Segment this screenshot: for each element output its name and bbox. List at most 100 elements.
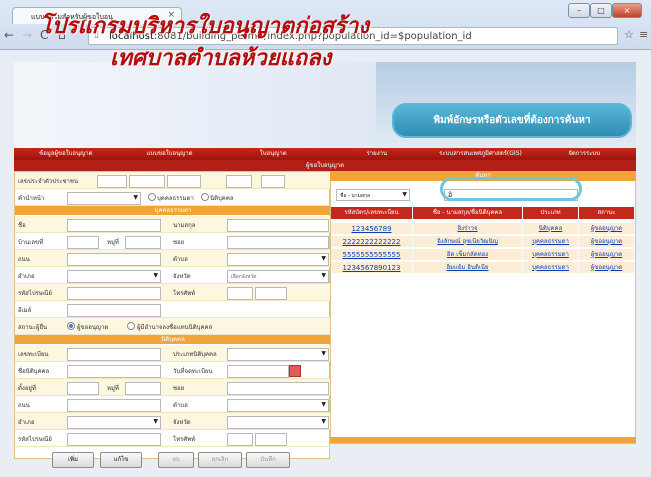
province-select[interactable]: เลือกจังหวัด ▼ xyxy=(227,270,329,283)
save-button[interactable]: บันทึก xyxy=(246,452,290,468)
row-name[interactable]: อิ่มแย้ม อินดิเนีย xyxy=(446,264,488,271)
location-label: ตั้งอยู่ที่ xyxy=(18,385,36,392)
house-no-label: บ้านเลขที่ xyxy=(18,239,44,246)
row-id[interactable]: 123456789 xyxy=(351,225,391,233)
name-field[interactable] xyxy=(67,219,161,232)
menu-item-admin[interactable]: จัดการระบบ xyxy=(532,148,636,160)
j-amphoe-label: อำเภอ xyxy=(18,419,35,426)
email-field[interactable] xyxy=(67,304,161,317)
id-field-4[interactable] xyxy=(226,175,252,188)
id-label: เลขประจำตัวประชาชน xyxy=(18,178,79,185)
reg-date-label: วันที่จดทะเบียน xyxy=(173,368,213,375)
house-no-field[interactable] xyxy=(67,236,99,249)
j-tambon-select[interactable]: ▼ xyxy=(227,399,329,412)
menu-item-report[interactable]: รายงาน xyxy=(325,148,429,160)
phone-field-1[interactable] xyxy=(227,287,253,300)
reg-no-field[interactable] xyxy=(67,348,161,361)
zip-field[interactable] xyxy=(67,287,161,300)
menu-item-applicant[interactable]: ข้อมูลผู้ขอใบอนุญาต xyxy=(14,148,118,160)
row-type[interactable]: นิติบุคคล xyxy=(539,225,563,232)
juristic-name-label: ชื่อนิติบุคคล xyxy=(18,368,50,375)
j-phone-field-2[interactable] xyxy=(255,433,287,446)
j-moo-field[interactable] xyxy=(125,382,161,395)
row-status[interactable]: ผู้ขออนุญาต xyxy=(591,264,622,271)
status-label: สถานะผู้ยื่น xyxy=(18,324,48,331)
row-type[interactable]: บุคคลธรรมดา xyxy=(532,251,569,258)
banner-subtitle: เทศบาลตำบลห้วยแถลง xyxy=(110,45,332,71)
callout-bubble: พิมพ์อักษรหรือตัวเลขที่ต้องการค้นหา xyxy=(392,103,632,138)
j-soi-label: ซอย xyxy=(173,385,185,392)
j-soi-field[interactable] xyxy=(227,382,329,395)
j-tambon-label: ตำบล xyxy=(173,402,188,409)
row-id[interactable]: 5555555555555 xyxy=(343,251,401,259)
star-icon[interactable]: ☆ xyxy=(624,28,634,41)
col-id: รหัสบัตร/เลขทะเบียน xyxy=(331,207,413,219)
id-field-2[interactable] xyxy=(129,175,165,188)
zip-label: รหัสไปรษณีย์ xyxy=(18,290,52,297)
j-province-select[interactable]: ▼ xyxy=(227,416,329,429)
radio-applicant[interactable] xyxy=(67,322,75,330)
minimize-icon[interactable]: – xyxy=(568,3,590,18)
col-name: ชื่อ - นามสกุล/ชื่อนิติบุคคล xyxy=(413,207,523,219)
section-title: ผู้ขอใบอนุญาต xyxy=(14,160,636,171)
row-name[interactable]: อิงร่าวจ xyxy=(457,225,477,232)
row-type[interactable]: บุคคลธรรมดา xyxy=(532,238,569,245)
juristic-name-field[interactable] xyxy=(67,365,161,378)
close-window-icon[interactable]: × xyxy=(612,3,642,18)
col-status: สถานะ xyxy=(579,207,635,219)
id-field-3[interactable] xyxy=(167,175,201,188)
row-id[interactable]: 2222222222222 xyxy=(343,238,401,246)
phone-field-2[interactable] xyxy=(255,287,287,300)
row-name[interactable]: อิงลักษณ์ อุชเนียวัฒนิญ xyxy=(437,238,498,245)
surname-field[interactable] xyxy=(227,219,329,232)
menu-icon[interactable]: ≡ xyxy=(639,28,648,41)
province-select-value: เลือกจังหวัด xyxy=(231,274,257,280)
radio-person[interactable] xyxy=(148,193,156,201)
row-id[interactable]: 1234567890123 xyxy=(343,264,401,272)
row-status[interactable]: ผู้ขออนุญาต xyxy=(591,238,622,245)
prefix-label: คำนำหน้า xyxy=(18,195,45,202)
j-phone-label: โทรศัพท์ xyxy=(173,436,196,443)
delete-button[interactable]: ลบ xyxy=(158,452,194,468)
radio-juristic[interactable] xyxy=(201,193,209,201)
maximize-icon[interactable]: □ xyxy=(590,3,612,18)
search-field-select[interactable]: ชื่อ - นามสกุล ▼ xyxy=(336,189,410,201)
back-icon[interactable]: ← xyxy=(4,28,14,42)
name-label: ชื่อ xyxy=(18,222,26,229)
row-status[interactable]: ผู้ขออนุญาต xyxy=(591,251,622,258)
radio-person-label: บุคคลธรรมดา xyxy=(157,195,194,202)
tambon-select[interactable]: ▼ xyxy=(227,253,329,266)
prefix-select[interactable]: ▼ xyxy=(67,192,141,205)
j-phone-field-1[interactable] xyxy=(227,433,253,446)
moo-label: หมู่ที่ xyxy=(107,239,119,246)
soi-field[interactable] xyxy=(227,236,329,249)
menu-item-permit[interactable]: ใบอนุญาต xyxy=(221,148,325,160)
cancel-button[interactable]: ยกเลิก xyxy=(198,452,242,468)
id-field-5[interactable] xyxy=(261,175,285,188)
reg-date-field[interactable] xyxy=(227,365,289,378)
road-field[interactable] xyxy=(67,253,161,266)
juristic-section-header: นิติบุคคล xyxy=(15,335,331,344)
j-zip-field[interactable] xyxy=(67,433,161,446)
calendar-icon[interactable] xyxy=(289,365,301,377)
j-amphoe-select[interactable]: ▼ xyxy=(67,416,161,429)
edit-button[interactable]: แก้ไข xyxy=(100,452,142,468)
menu-item-form[interactable]: แบบขอใบอนุญาต xyxy=(118,148,222,160)
j-road-field[interactable] xyxy=(67,399,161,412)
row-type[interactable]: บุคคลธรรมดา xyxy=(532,264,569,271)
id-field-1[interactable] xyxy=(97,175,127,188)
menu-item-gis[interactable]: ระบบสารสนเทศภูมิศาสตร์(GIS) xyxy=(429,148,533,160)
moo-field[interactable] xyxy=(125,236,161,249)
radio-agent[interactable] xyxy=(127,322,135,330)
row-status[interactable]: ผู้ขออนุญาต xyxy=(591,225,622,232)
location-field[interactable] xyxy=(67,382,99,395)
province-label: จังหวัด xyxy=(173,273,191,280)
search-field-select-value: ชื่อ - นามสกุล xyxy=(340,193,371,199)
juristic-type-select[interactable]: ▼ xyxy=(227,348,329,361)
main-menu: ข้อมูลผู้ขอใบอนุญาต แบบขอใบอนุญาต ใบอนุญ… xyxy=(14,148,636,160)
juristic-type-label: ประเภทนิติบุคคล xyxy=(173,351,217,358)
forward-icon[interactable]: → xyxy=(22,28,32,42)
row-name[interactable]: อิด เข็มกลัดทอง xyxy=(447,251,488,258)
amphoe-select[interactable]: ▼ xyxy=(67,270,161,283)
add-button[interactable]: เพิ่ม xyxy=(52,452,94,468)
